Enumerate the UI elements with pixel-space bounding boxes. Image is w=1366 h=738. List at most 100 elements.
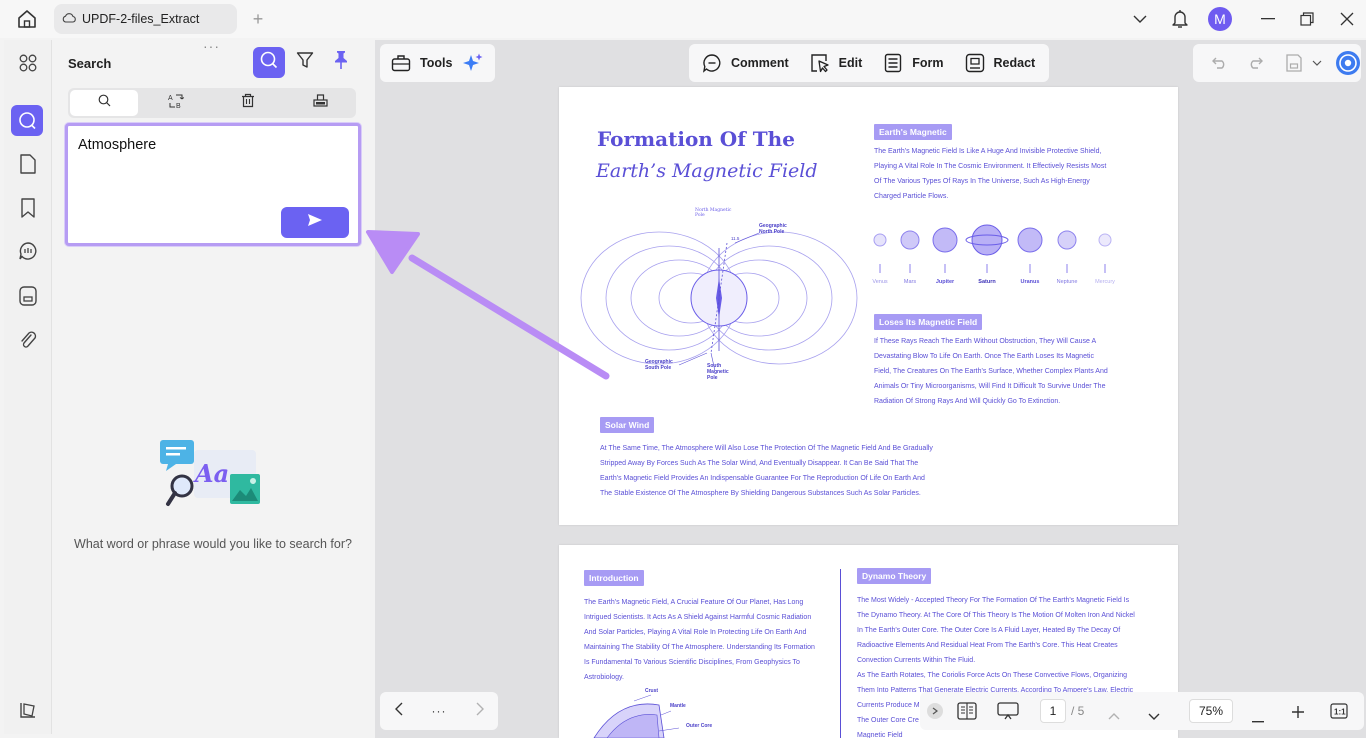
document-stack-icon[interactable] bbox=[14, 282, 42, 310]
search-input-value[interactable]: Atmosphere bbox=[78, 137, 156, 153]
actual-size-icon[interactable]: 1:1 bbox=[1330, 703, 1348, 724]
diagram-label: Outer Core bbox=[686, 723, 713, 729]
search-panel: ··· Search AB Atmosphere Aa What word or… bbox=[53, 38, 373, 734]
empty-search-prompt: What word or phrase would you like to se… bbox=[74, 537, 352, 551]
comment-button[interactable]: Comment bbox=[691, 52, 799, 74]
replace-icon: AB bbox=[167, 93, 185, 114]
search-submit-button[interactable] bbox=[281, 207, 349, 238]
minimize-icon[interactable] bbox=[1258, 8, 1278, 30]
loses-text: If These Rays Reach The Earth Without Ob… bbox=[874, 338, 1108, 405]
search-icon bbox=[259, 50, 279, 75]
planet-label: Venus bbox=[872, 279, 888, 285]
title-bar: UPDF-2-files_Extract + M bbox=[0, 0, 1366, 38]
bookmark-icon[interactable] bbox=[14, 194, 42, 222]
redo-icon[interactable] bbox=[1244, 52, 1265, 74]
section-tag: Solar Wind bbox=[600, 417, 655, 433]
tools-button[interactable]: Tools bbox=[380, 52, 462, 74]
tab-redact[interactable] bbox=[286, 90, 354, 116]
planet-label: Mars bbox=[903, 279, 917, 285]
chevron-left-icon[interactable] bbox=[394, 702, 403, 721]
magnetic-field-diagram: North Magnetic Pole Geographic North Pol… bbox=[579, 203, 859, 391]
layers-icon[interactable] bbox=[14, 696, 42, 724]
planet-label: Neptune bbox=[1056, 279, 1078, 285]
pin-button[interactable] bbox=[325, 47, 357, 78]
chevron-down-icon[interactable] bbox=[1306, 52, 1327, 74]
pdf-page-1: Formation Of The Earth’s Magnetic Field … bbox=[559, 87, 1178, 525]
avatar[interactable]: M bbox=[1207, 7, 1233, 31]
search-illustration: Aa bbox=[158, 438, 268, 510]
chevron-up-icon[interactable] bbox=[1108, 707, 1120, 725]
attachment-icon[interactable] bbox=[14, 326, 42, 354]
diagram-label: North Magnetic Pole bbox=[695, 208, 732, 218]
search-mode-tabs: AB bbox=[68, 88, 356, 118]
tab-delete[interactable] bbox=[214, 90, 282, 116]
magnetic-text: The Earth's Magnetic Field Is Like A Hug… bbox=[874, 148, 1107, 200]
add-tab-icon[interactable]: + bbox=[249, 9, 267, 30]
bell-icon[interactable] bbox=[1170, 8, 1190, 30]
planet-row: Venus Mars Jupiter Saturn Uranus Neptune… bbox=[867, 223, 1117, 293]
edit-button[interactable]: Edit bbox=[799, 52, 873, 74]
tools-label: Tools bbox=[420, 56, 453, 70]
earth-layers-diagram: Crust Mantle Outer Core bbox=[589, 688, 739, 738]
presentation-icon[interactable] bbox=[997, 702, 1019, 725]
trash-icon bbox=[241, 93, 255, 113]
thumbnails-icon[interactable] bbox=[14, 49, 42, 77]
edit-label: Edit bbox=[838, 56, 863, 70]
undo-icon[interactable] bbox=[1209, 52, 1230, 74]
tab-search[interactable] bbox=[70, 90, 138, 116]
diagram-label: Geographic South Pole bbox=[645, 359, 673, 371]
search-mode-button[interactable] bbox=[253, 47, 285, 78]
toolbox-icon bbox=[390, 52, 412, 74]
edit-icon bbox=[809, 52, 831, 74]
zoom-level[interactable]: 75% bbox=[1189, 699, 1233, 723]
search-input[interactable]: Atmosphere bbox=[65, 123, 361, 246]
pin-icon bbox=[333, 50, 349, 75]
diagram-label: Geographic North Pole bbox=[759, 223, 787, 235]
page-nav-right: 1 / 5 75% 1:1 bbox=[920, 692, 1364, 730]
redact-button[interactable]: Redact bbox=[954, 52, 1046, 74]
page-title: Formation Of The bbox=[597, 127, 795, 151]
tab-title: UPDF-2-files_Extract bbox=[82, 12, 200, 26]
search-icon[interactable] bbox=[11, 105, 43, 136]
zoom-in-icon[interactable] bbox=[1292, 705, 1304, 723]
planet-label: Saturn bbox=[978, 279, 996, 285]
pages-icon[interactable] bbox=[14, 150, 42, 178]
cloud-icon bbox=[62, 12, 76, 26]
ai-assistant-icon[interactable] bbox=[1335, 50, 1361, 76]
restore-icon[interactable] bbox=[1297, 8, 1317, 30]
close-icon[interactable] bbox=[1337, 8, 1357, 30]
chevron-down-icon[interactable] bbox=[1148, 707, 1160, 725]
reading-mode-icon[interactable] bbox=[957, 702, 977, 725]
svg-text:Aa: Aa bbox=[193, 459, 229, 488]
chevron-down-icon[interactable] bbox=[1130, 8, 1150, 30]
filter-button[interactable] bbox=[289, 47, 321, 78]
ai-sparkle-icon[interactable] bbox=[462, 52, 484, 74]
drag-handle[interactable]: ··· bbox=[203, 38, 220, 54]
more-button[interactable]: ··· bbox=[432, 704, 447, 718]
svg-text:1:1: 1:1 bbox=[1334, 708, 1346, 717]
page-number-input[interactable]: 1 bbox=[1040, 699, 1066, 723]
zoom-out-icon[interactable] bbox=[1252, 710, 1264, 728]
panel-title: Search bbox=[68, 56, 112, 71]
collapse-icon[interactable] bbox=[927, 703, 943, 719]
comment-icon bbox=[701, 52, 723, 74]
planet-label: Mercury bbox=[1095, 279, 1115, 285]
comments-icon[interactable] bbox=[14, 237, 42, 265]
form-button[interactable]: Form bbox=[872, 52, 953, 74]
document-tab[interactable]: UPDF-2-files_Extract bbox=[54, 4, 237, 34]
redact-icon bbox=[312, 93, 328, 113]
page-nav-left: ··· bbox=[380, 692, 498, 730]
diagram-label: Mantle bbox=[670, 703, 686, 709]
save-icon[interactable] bbox=[1283, 52, 1304, 74]
total-pages: / 5 bbox=[1071, 704, 1085, 718]
svg-text:B: B bbox=[176, 103, 181, 109]
tab-replace[interactable]: AB bbox=[142, 90, 210, 116]
diagram-label: South Magnetic Pole bbox=[707, 363, 729, 381]
planet-label: Jupiter bbox=[935, 279, 955, 285]
history-toolbar bbox=[1193, 44, 1361, 82]
planet-label: Uranus bbox=[1020, 279, 1040, 285]
page-subtitle: Earth’s Magnetic Field bbox=[596, 160, 818, 182]
home-icon[interactable] bbox=[16, 9, 38, 29]
chevron-right-icon[interactable] bbox=[476, 702, 484, 721]
section-tag: Loses Its Magnetic Field bbox=[874, 314, 983, 330]
